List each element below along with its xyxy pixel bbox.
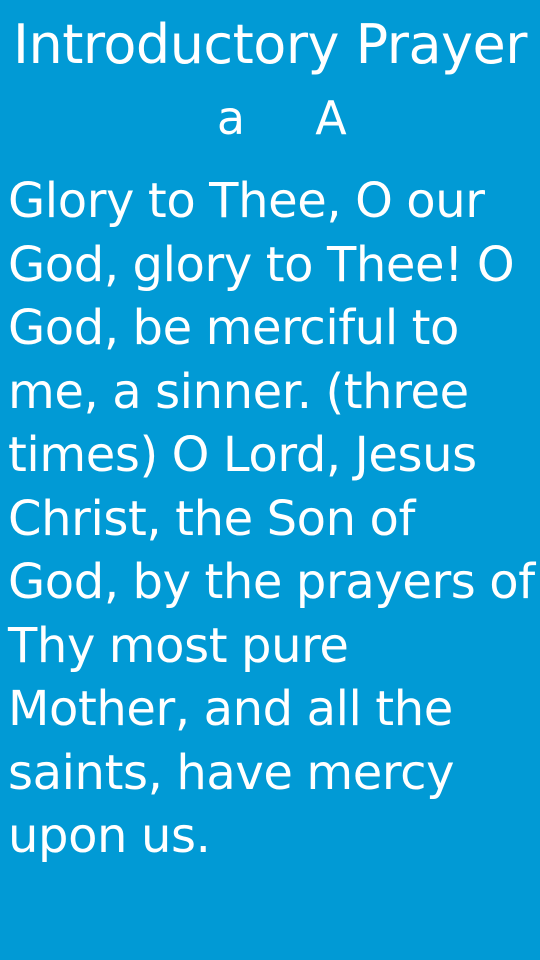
decrease-font-size-button[interactable]: a: [203, 86, 259, 150]
prayer-screen: Introductory Prayer a A Glory to Thee, O…: [0, 0, 540, 960]
page-title: Introductory Prayer: [13, 13, 527, 76]
prayer-text: Glory to Thee, O our God, glory to Thee!…: [8, 173, 535, 864]
font-size-controls: a A: [0, 86, 540, 150]
increase-font-size-button[interactable]: A: [303, 86, 359, 150]
